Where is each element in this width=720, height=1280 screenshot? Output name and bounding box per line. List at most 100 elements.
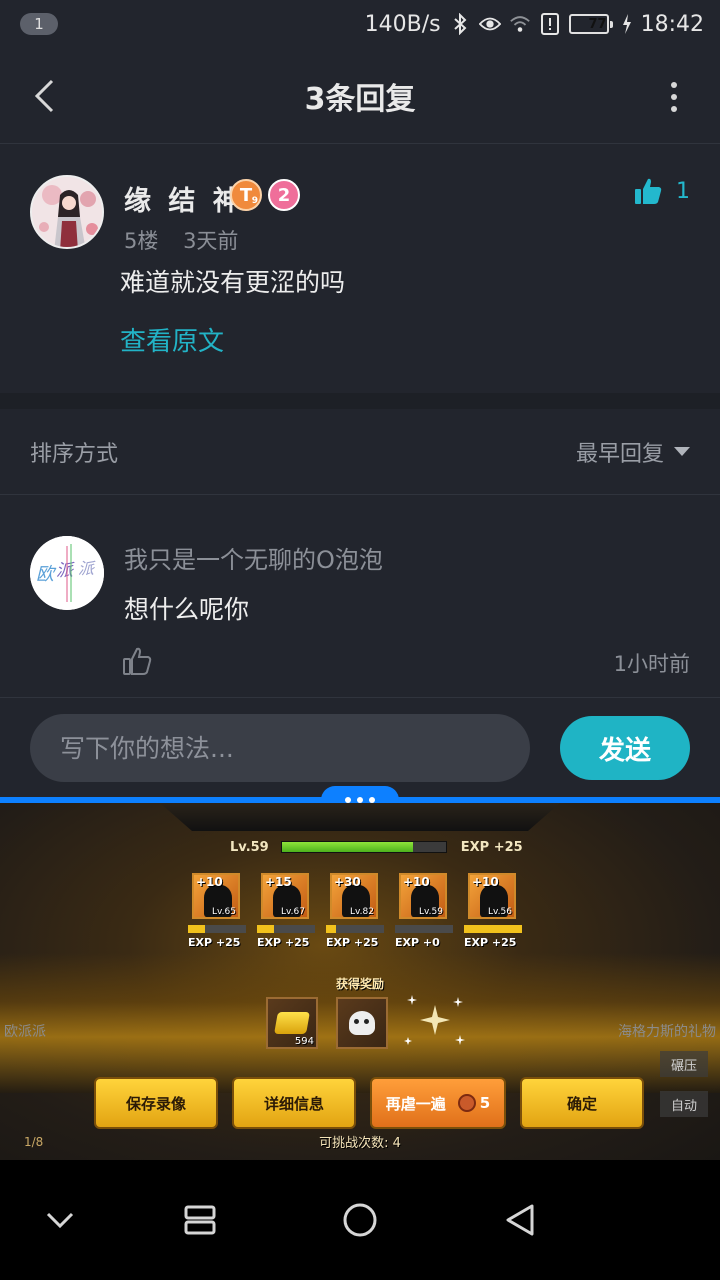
reply-like-button[interactable] bbox=[122, 646, 152, 676]
hero-portrait: +10 Lv.56 bbox=[468, 873, 516, 919]
author-avatar[interactable] bbox=[30, 175, 104, 249]
team-exp-bar bbox=[280, 841, 447, 853]
auto-button[interactable]: 自动 bbox=[660, 1091, 708, 1117]
reply-avatar[interactable]: 欧 派 派 bbox=[30, 536, 104, 610]
wifi-icon bbox=[509, 13, 531, 35]
game-result-screen[interactable]: Lv.59 EXP +25 +10 Lv.65 EXP +25 +15 Lv.67 EXP… bbox=[0, 803, 720, 1160]
view-original-link[interactable]: 查看原文 bbox=[120, 321, 224, 358]
game-action-buttons: 保存录像 详细信息 再虐一遍 5 确定 bbox=[94, 1077, 644, 1129]
recents-icon bbox=[184, 1205, 216, 1235]
more-options-button[interactable] bbox=[668, 82, 680, 112]
clock: 18:42 bbox=[640, 11, 704, 37]
chevron-left-icon bbox=[34, 79, 54, 113]
reply-author[interactable]: 我只是一个无聊的O泡泡 bbox=[124, 540, 383, 575]
sort-label: 排序方式 bbox=[30, 441, 119, 467]
hero-card-2[interactable]: +15 Lv.67 EXP +25 bbox=[257, 873, 315, 953]
hero-level: Lv.67 bbox=[281, 907, 305, 917]
team-level: Lv.59 bbox=[230, 839, 269, 855]
hero-portrait: +30 Lv.82 bbox=[330, 873, 378, 919]
home-button[interactable] bbox=[336, 1196, 384, 1244]
hero-star-rank: +10 bbox=[472, 875, 499, 889]
hero-exp-gain: EXP +25 bbox=[326, 936, 379, 949]
hero-exp-gain: EXP +25 bbox=[257, 936, 310, 949]
reply-time: 1小时前 bbox=[613, 652, 690, 676]
back-button[interactable] bbox=[28, 78, 60, 114]
hero-level: Lv.56 bbox=[488, 907, 512, 917]
left-team-name: 欧派派 bbox=[4, 1024, 46, 1040]
comment-input-bar: 发送 bbox=[0, 698, 720, 798]
hide-nav-button[interactable] bbox=[36, 1196, 84, 1244]
title-badge: T 9 bbox=[230, 179, 262, 211]
replay-label: 再虐一遍 bbox=[385, 1094, 446, 1113]
sort-dropdown[interactable]: 最早回复 bbox=[576, 436, 690, 468]
confirm-button[interactable]: 确定 bbox=[520, 1077, 644, 1129]
chevron-down-icon bbox=[46, 1212, 74, 1229]
back-triangle-icon bbox=[506, 1204, 534, 1236]
back-nav-button[interactable] bbox=[496, 1196, 544, 1244]
hero-card-1[interactable]: +10 Lv.65 EXP +25 bbox=[188, 873, 246, 953]
hero-exp-gain: EXP +25 bbox=[464, 936, 517, 949]
skull-icon bbox=[349, 1011, 375, 1035]
main-comment: 缘 结 神 T 9 2 5楼 3天前 难道就没有更涩的吗 查看原文 1 bbox=[0, 145, 720, 393]
system-nav-bar bbox=[0, 1160, 720, 1280]
skull-reward[interactable] bbox=[336, 997, 388, 1049]
sort-value: 最早回复 bbox=[575, 441, 664, 467]
hero-exp-fill bbox=[464, 925, 522, 933]
hero-exp-fill bbox=[326, 925, 337, 933]
gold-reward[interactable]: 594 bbox=[266, 997, 318, 1049]
team-exp-gain: EXP +25 bbox=[460, 839, 523, 855]
hero-portrait: +10 Lv.59 bbox=[399, 873, 447, 919]
section-divider bbox=[0, 393, 720, 409]
hero-card-3[interactable]: +30 Lv.82 EXP +25 bbox=[326, 873, 384, 953]
reward-items: 594 bbox=[266, 997, 388, 1049]
meat-icon bbox=[457, 1094, 476, 1112]
hero-star-rank: +15 bbox=[265, 875, 292, 889]
hero-exp-bar bbox=[257, 925, 315, 933]
header: 3条回复 bbox=[0, 48, 720, 144]
gold-count: 594 bbox=[294, 1036, 314, 1047]
hero-card-5[interactable]: +10 Lv.56 EXP +25 bbox=[464, 873, 522, 953]
svg-text:欧: 欧 bbox=[36, 564, 57, 585]
status-right-group: 140B/s 77 18:42 bbox=[365, 12, 704, 37]
hero-exp-bar bbox=[326, 925, 384, 933]
comment-text: 难道就没有更涩的吗 bbox=[120, 268, 346, 297]
team-level-row: Lv.59 EXP +25 bbox=[230, 837, 530, 857]
hero-portrait: +15 Lv.67 bbox=[261, 873, 309, 919]
like-count: 1 bbox=[676, 178, 690, 204]
page-title: 3条回复 bbox=[304, 81, 416, 117]
reward-title: 获得奖励 bbox=[335, 977, 384, 991]
hero-portrait: +10 Lv.65 bbox=[192, 873, 240, 919]
replay-cost: 5 bbox=[479, 1094, 491, 1112]
hero-exp-bar bbox=[464, 925, 522, 933]
alert-icon bbox=[539, 13, 561, 35]
svg-text:派: 派 bbox=[78, 559, 96, 578]
like-button[interactable]: 1 bbox=[634, 177, 690, 205]
notification-count-badge: 1 bbox=[20, 13, 58, 35]
comment-time: 3天前 bbox=[183, 229, 239, 253]
hero-card-4[interactable]: +10 Lv.59 EXP +0 bbox=[395, 873, 453, 953]
crush-button[interactable]: 碾压 bbox=[660, 1051, 708, 1077]
comment-input[interactable] bbox=[30, 714, 530, 782]
hero-exp-gain: EXP +25 bbox=[188, 936, 241, 949]
hero-exp-fill bbox=[188, 925, 206, 933]
level-badge: 2 bbox=[268, 179, 300, 211]
floor-number: 5楼 bbox=[124, 229, 159, 253]
game-top-frame bbox=[160, 803, 560, 831]
hero-list: +10 Lv.65 EXP +25 +15 Lv.67 EXP +25 +30 Lv.82 EX… bbox=[188, 873, 532, 953]
hero-exp-bar bbox=[188, 925, 246, 933]
sort-row: 排序方式 最早回复 bbox=[0, 409, 720, 495]
thumbs-up-outline-icon bbox=[123, 647, 152, 675]
more-vertical-icon bbox=[671, 82, 677, 88]
save-replay-button[interactable]: 保存录像 bbox=[94, 1077, 218, 1129]
replay-button[interactable]: 再虐一遍 5 bbox=[370, 1077, 506, 1129]
hero-star-rank: +10 bbox=[196, 875, 223, 889]
author-name[interactable]: 缘 结 神 bbox=[124, 179, 244, 218]
reply-text: 想什么呢你 bbox=[124, 595, 250, 624]
svg-text:派: 派 bbox=[56, 561, 75, 581]
caret-down-icon bbox=[674, 447, 690, 456]
recents-button[interactable] bbox=[176, 1196, 224, 1244]
eye-icon bbox=[478, 13, 501, 35]
hero-star-rank: +30 bbox=[334, 875, 361, 889]
send-button[interactable]: 发送 bbox=[560, 716, 690, 780]
details-button[interactable]: 详细信息 bbox=[232, 1077, 356, 1129]
